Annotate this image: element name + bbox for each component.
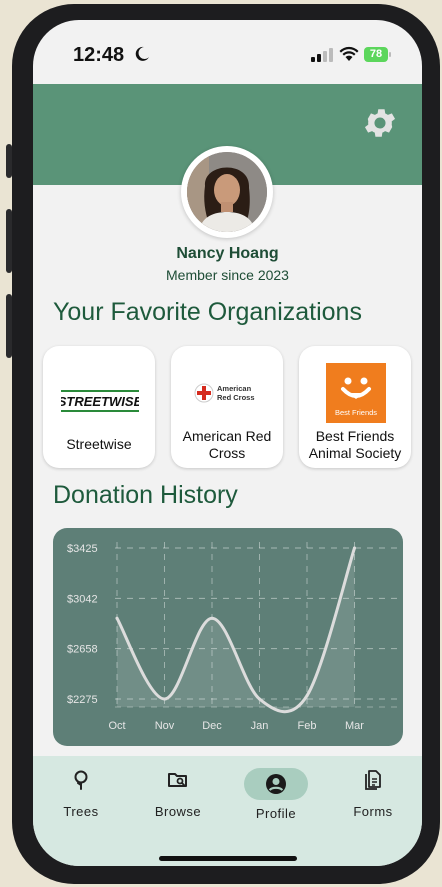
- battery-indicator: 78: [364, 47, 391, 62]
- x-tick-label: Oct: [108, 720, 125, 732]
- wifi-icon: [339, 46, 359, 61]
- user-circle-icon: [266, 774, 286, 794]
- svg-text:Best Friends: Best Friends: [335, 408, 377, 417]
- tab-label: Profile: [255, 806, 297, 821]
- tab-browse[interactable]: Browse: [138, 768, 218, 819]
- x-tick-label: Jan: [251, 720, 269, 732]
- data-point: [305, 694, 309, 698]
- svg-text:American: American: [217, 384, 252, 393]
- donation-history-title: Donation History: [53, 481, 238, 509]
- svg-text:Red Cross: Red Cross: [217, 393, 255, 402]
- volume-up-button: [6, 209, 12, 273]
- svg-text:STREETWISE: STREETWISE: [61, 394, 139, 409]
- tab-forms[interactable]: Forms: [333, 768, 413, 819]
- org-name: American Red Cross: [182, 428, 272, 461]
- donation-chart-svg: $3425 $3042 $2658 $2275 Oct Nov Dec Jan Feb Mar: [67, 542, 403, 732]
- tab-label: Trees: [63, 804, 99, 819]
- org-name: Best Friends Animal Society: [308, 428, 402, 461]
- best-friends-logo: Best Friends: [326, 363, 386, 423]
- red-cross-logo: American Red Cross: [194, 383, 255, 403]
- avatar-photo: [187, 152, 267, 232]
- tree-icon: [74, 770, 88, 790]
- data-point: [163, 697, 166, 701]
- member-since: Member since 2023: [166, 267, 289, 283]
- document-icon: [365, 770, 381, 790]
- profile-name: Nancy Hoang: [176, 245, 279, 262]
- org-name: Streetwise: [66, 436, 132, 452]
- status-time: 12:48: [73, 44, 125, 66]
- x-tick-label: Nov: [155, 720, 175, 732]
- favorites-title: Your Favorite Organizations: [53, 298, 362, 326]
- status-bar: 12:48 78: [33, 20, 422, 82]
- x-tick-label: Feb: [298, 720, 317, 732]
- x-tick-label: Mar: [345, 720, 364, 732]
- volume-down-button: [6, 294, 12, 358]
- tab-label: Forms: [353, 804, 393, 819]
- moon-icon: [135, 46, 149, 61]
- data-point: [210, 616, 214, 620]
- org-card-streetwise[interactable]: STREETWISE Streetwise: [43, 346, 155, 468]
- folder-search-icon: [168, 773, 187, 787]
- streetwise-logo: STREETWISE: [61, 390, 139, 412]
- tab-profile[interactable]: Profile: [236, 768, 316, 821]
- tab-label: Browse: [154, 804, 202, 819]
- y-tick-label: $3425: [67, 543, 98, 555]
- org-card-red-cross[interactable]: American Red Cross American Red Cross: [171, 346, 283, 468]
- y-tick-label: $2658: [67, 644, 98, 656]
- home-indicator[interactable]: [159, 856, 297, 861]
- org-card-best-friends[interactable]: Best Friends Best Friends Animal Society: [299, 346, 411, 468]
- signal-icon: [311, 48, 333, 62]
- x-tick-label: Dec: [202, 720, 222, 732]
- donation-area: [117, 548, 355, 712]
- donation-chart: $3425 $3042 $2658 $2275 Oct Nov Dec Jan Feb Mar: [53, 528, 403, 746]
- silent-switch: [6, 144, 12, 178]
- data-point: [115, 616, 119, 620]
- tab-bar: Trees Browse Profile Forms: [33, 756, 422, 866]
- tab-trees[interactable]: Trees: [41, 768, 121, 819]
- data-point: [258, 697, 261, 701]
- gear-icon[interactable]: [361, 104, 399, 142]
- data-point: [353, 546, 356, 550]
- app-screen: 12:48 78 Nancy Hoang Member since 2023 Y…: [33, 20, 422, 866]
- y-tick-label: $2275: [67, 694, 98, 706]
- avatar[interactable]: [181, 146, 273, 238]
- y-tick-label: $3042: [67, 593, 98, 605]
